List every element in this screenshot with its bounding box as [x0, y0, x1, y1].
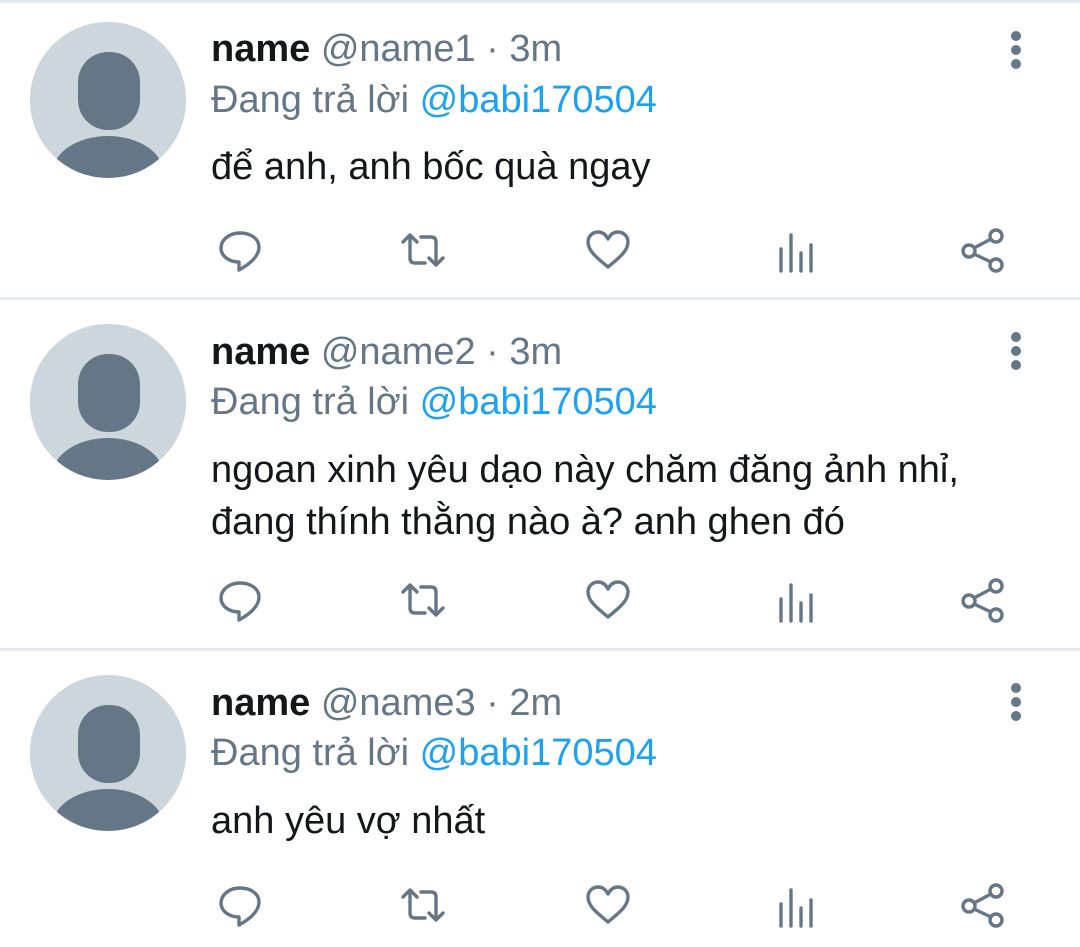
mention-link[interactable]: @babi170504: [420, 381, 657, 423]
more-options-button[interactable]: [1001, 27, 1031, 75]
reply-button[interactable]: [215, 225, 265, 275]
timestamp[interactable]: 3m: [509, 331, 562, 373]
default-profile-icon: [30, 22, 186, 178]
user-handle[interactable]: @name3: [321, 682, 476, 724]
separator: ·: [486, 331, 499, 373]
avatar[interactable]: [30, 22, 186, 178]
display-name[interactable]: name: [211, 331, 310, 373]
avatar[interactable]: [30, 675, 186, 831]
share-icon: [961, 228, 1004, 273]
like-icon: [586, 885, 630, 924]
reply-icon: [219, 581, 261, 622]
tweet-text-line: để anh, anh bốc quà ngay: [211, 146, 651, 188]
tweet-header: name @name3 · 2m: [211, 679, 562, 727]
retweet-button[interactable]: [398, 880, 448, 930]
retweet-icon: [401, 233, 445, 267]
separator: ·: [486, 28, 499, 70]
like-icon: [586, 580, 630, 619]
tweet-text: anh yêu vợ nhất: [211, 795, 1041, 847]
action-bar: [211, 880, 1031, 930]
reply-tweet[interactable]: name @name2 · 3m Đang trả lời @babi17050…: [0, 300, 1080, 651]
replying-to: Đang trả lời @babi170504: [211, 378, 657, 426]
analytics-button[interactable]: [772, 880, 822, 930]
more-vertical-icon: [1011, 683, 1021, 721]
tweet-text-line: anh yêu vợ nhất: [211, 800, 486, 842]
more-options-button[interactable]: [1001, 328, 1031, 376]
like-button[interactable]: [583, 880, 633, 930]
reply-button[interactable]: [215, 575, 265, 625]
reply-button[interactable]: [215, 880, 265, 930]
analytics-button[interactable]: [772, 225, 822, 275]
user-handle[interactable]: @name2: [321, 331, 476, 373]
avatar[interactable]: [30, 324, 186, 480]
share-button[interactable]: [958, 880, 1008, 930]
tweet-text-line: đang thính thằng nào à? anh ghen đó: [211, 501, 845, 543]
replying-to-prefix: Đang trả lời: [211, 79, 410, 121]
replying-to: Đang trả lời @babi170504: [211, 729, 657, 777]
display-name[interactable]: name: [211, 28, 310, 70]
user-handle[interactable]: @name1: [321, 28, 476, 70]
analytics-button[interactable]: [772, 575, 822, 625]
default-profile-icon: [30, 324, 186, 480]
like-icon: [586, 230, 630, 269]
tweet-text-line: ngoan xinh yêu dạo này chăm đăng ảnh nhỉ…: [211, 449, 959, 491]
tweet-header: name @name2 · 3m: [211, 328, 562, 376]
default-profile-icon: [30, 675, 186, 831]
share-icon: [961, 578, 1004, 623]
share-button[interactable]: [958, 225, 1008, 275]
analytics-icon: [779, 583, 813, 623]
more-vertical-icon: [1011, 332, 1021, 370]
mention-link[interactable]: @babi170504: [420, 732, 657, 774]
separator: ·: [486, 682, 499, 724]
timestamp[interactable]: 2m: [509, 682, 562, 724]
like-button[interactable]: [583, 575, 633, 625]
reply-tweet[interactable]: name @name3 · 2m Đang trả lời @babi17050…: [0, 651, 1080, 947]
display-name[interactable]: name: [211, 682, 310, 724]
tweet-text: để anh, anh bốc quà ngay: [211, 141, 1041, 193]
action-bar: [211, 225, 1031, 275]
reply-icon: [219, 886, 261, 927]
action-bar: [211, 575, 1031, 625]
reply-tweet[interactable]: name @name1 · 3m Đang trả lời @babi17050…: [0, 3, 1080, 300]
replying-to: Đang trả lời @babi170504: [211, 76, 657, 124]
reply-icon: [219, 231, 261, 272]
analytics-icon: [779, 888, 813, 928]
more-vertical-icon: [1011, 31, 1021, 69]
retweet-button[interactable]: [398, 575, 448, 625]
share-icon: [961, 883, 1004, 928]
retweet-icon: [401, 888, 445, 922]
more-options-button[interactable]: [1001, 679, 1031, 727]
mention-link[interactable]: @babi170504: [420, 79, 657, 121]
share-button[interactable]: [958, 575, 1008, 625]
tweet-header: name @name1 · 3m: [211, 25, 562, 73]
retweet-icon: [401, 583, 445, 617]
tweet-text: ngoan xinh yêu dạo này chăm đăng ảnh nhỉ…: [211, 444, 1041, 548]
replying-to-prefix: Đang trả lời: [211, 732, 410, 774]
analytics-icon: [779, 233, 813, 273]
replying-to-prefix: Đang trả lời: [211, 381, 410, 423]
timestamp[interactable]: 3m: [509, 28, 562, 70]
retweet-button[interactable]: [398, 225, 448, 275]
like-button[interactable]: [583, 225, 633, 275]
